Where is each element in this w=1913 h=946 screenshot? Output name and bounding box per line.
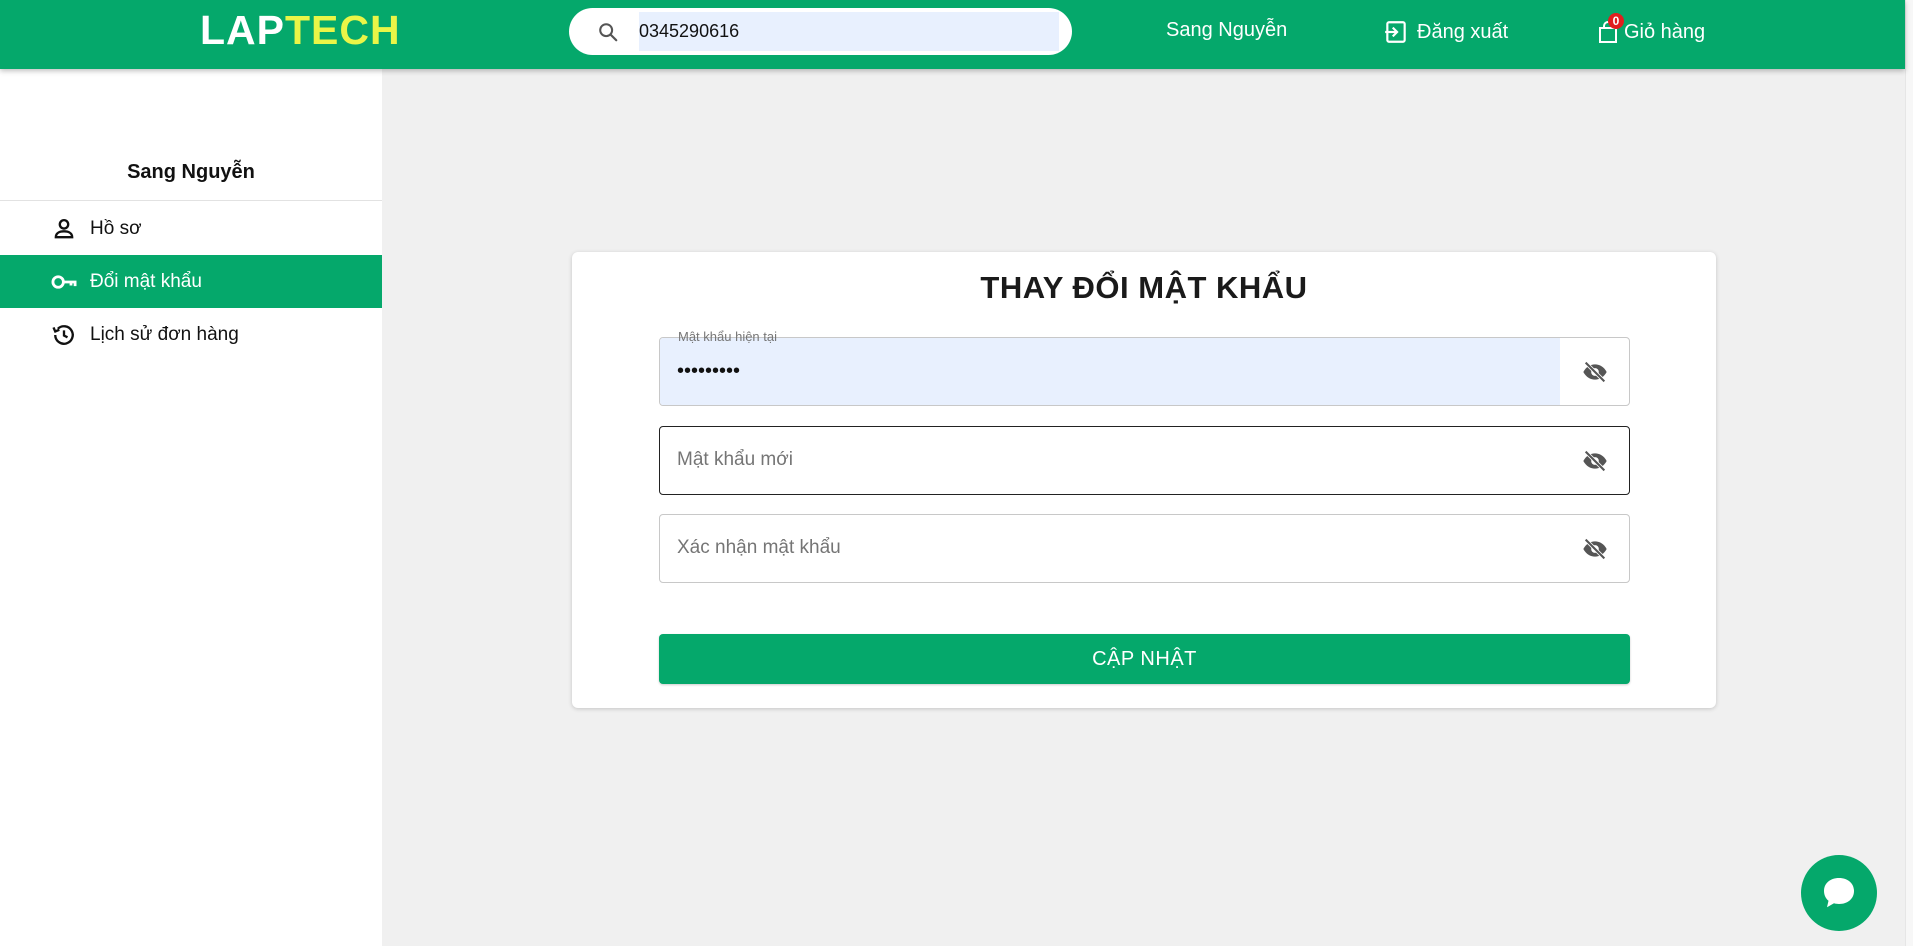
- new-password-field[interactable]: Mật khẩu mới: [659, 426, 1630, 495]
- current-password-label: Mật khẩu hiện tại: [678, 329, 778, 344]
- logo-text-tech: TECH: [285, 7, 401, 53]
- account-sidebar: Sang Nguyễn Hồ sơ Đổi mật khẩu Lịch sử đ…: [0, 69, 382, 946]
- sidebar-item-profile[interactable]: Hồ sơ: [0, 202, 382, 255]
- history-icon: [52, 324, 74, 345]
- logo[interactable]: LAPTECH: [200, 7, 401, 54]
- change-password-card: THAY ĐỔI MẬT KHẨU Mật khẩu hiện tại ••••…: [572, 252, 1716, 708]
- cart-button[interactable]: 0 Giỏ hàng: [1596, 13, 1706, 46]
- update-button[interactable]: CẬP NHẬT: [659, 634, 1630, 684]
- top-navbar: LAPTECH Sang Nguyễn Đăng xuất: [0, 0, 1905, 69]
- search-input[interactable]: [639, 12, 1059, 51]
- sidebar-item-label: Đổi mật khẩu: [90, 270, 202, 292]
- search-icon[interactable]: [597, 21, 619, 43]
- visibility-off-icon[interactable]: [1581, 358, 1609, 386]
- cart-label: Giỏ hàng: [1624, 20, 1706, 43]
- current-password-value[interactable]: •••••••••: [677, 360, 740, 383]
- logout-icon: [1385, 21, 1406, 43]
- scrollbar[interactable]: [1905, 0, 1913, 946]
- new-password-placeholder: Mật khẩu mới: [677, 449, 793, 470]
- person-icon: [54, 218, 74, 238]
- page-title: THAY ĐỔI MẬT KHẨU: [980, 270, 1308, 305]
- logout-label: Đăng xuất: [1417, 20, 1509, 43]
- sidebar-user-name: Sang Nguyễn: [127, 161, 255, 183]
- chat-button[interactable]: [1801, 855, 1877, 931]
- confirm-password-field[interactable]: Xác nhận mật khẩu: [659, 514, 1630, 583]
- nav-user-name[interactable]: Sang Nguyễn: [1166, 19, 1287, 42]
- sidebar-item-label: Lịch sử đơn hàng: [90, 323, 239, 345]
- current-password-field[interactable]: Mật khẩu hiện tại •••••••••: [659, 329, 1630, 406]
- sidebar-item-change-password[interactable]: Đổi mật khẩu: [0, 255, 382, 308]
- divider: [0, 200, 382, 201]
- cart-count-badge: 0: [1608, 13, 1624, 29]
- chat-bubble-icon: [1824, 878, 1854, 908]
- autofill-background: [660, 338, 1560, 405]
- key-icon: [51, 274, 77, 289]
- sidebar-item-order-history[interactable]: Lịch sử đơn hàng: [0, 308, 382, 361]
- page: LAPTECH Sang Nguyễn Đăng xuất: [0, 0, 1913, 946]
- logout-button[interactable]: Đăng xuất: [1383, 18, 1508, 46]
- cart-icon-wrap: 0: [1596, 13, 1624, 45]
- visibility-off-icon[interactable]: [1581, 535, 1609, 563]
- sidebar-item-label: Hồ sơ: [90, 217, 142, 239]
- logo-text-lap: LAP: [200, 7, 285, 53]
- confirm-password-placeholder: Xác nhận mật khẩu: [677, 537, 841, 558]
- search-bar: [569, 8, 1072, 55]
- visibility-off-icon[interactable]: [1581, 447, 1609, 475]
